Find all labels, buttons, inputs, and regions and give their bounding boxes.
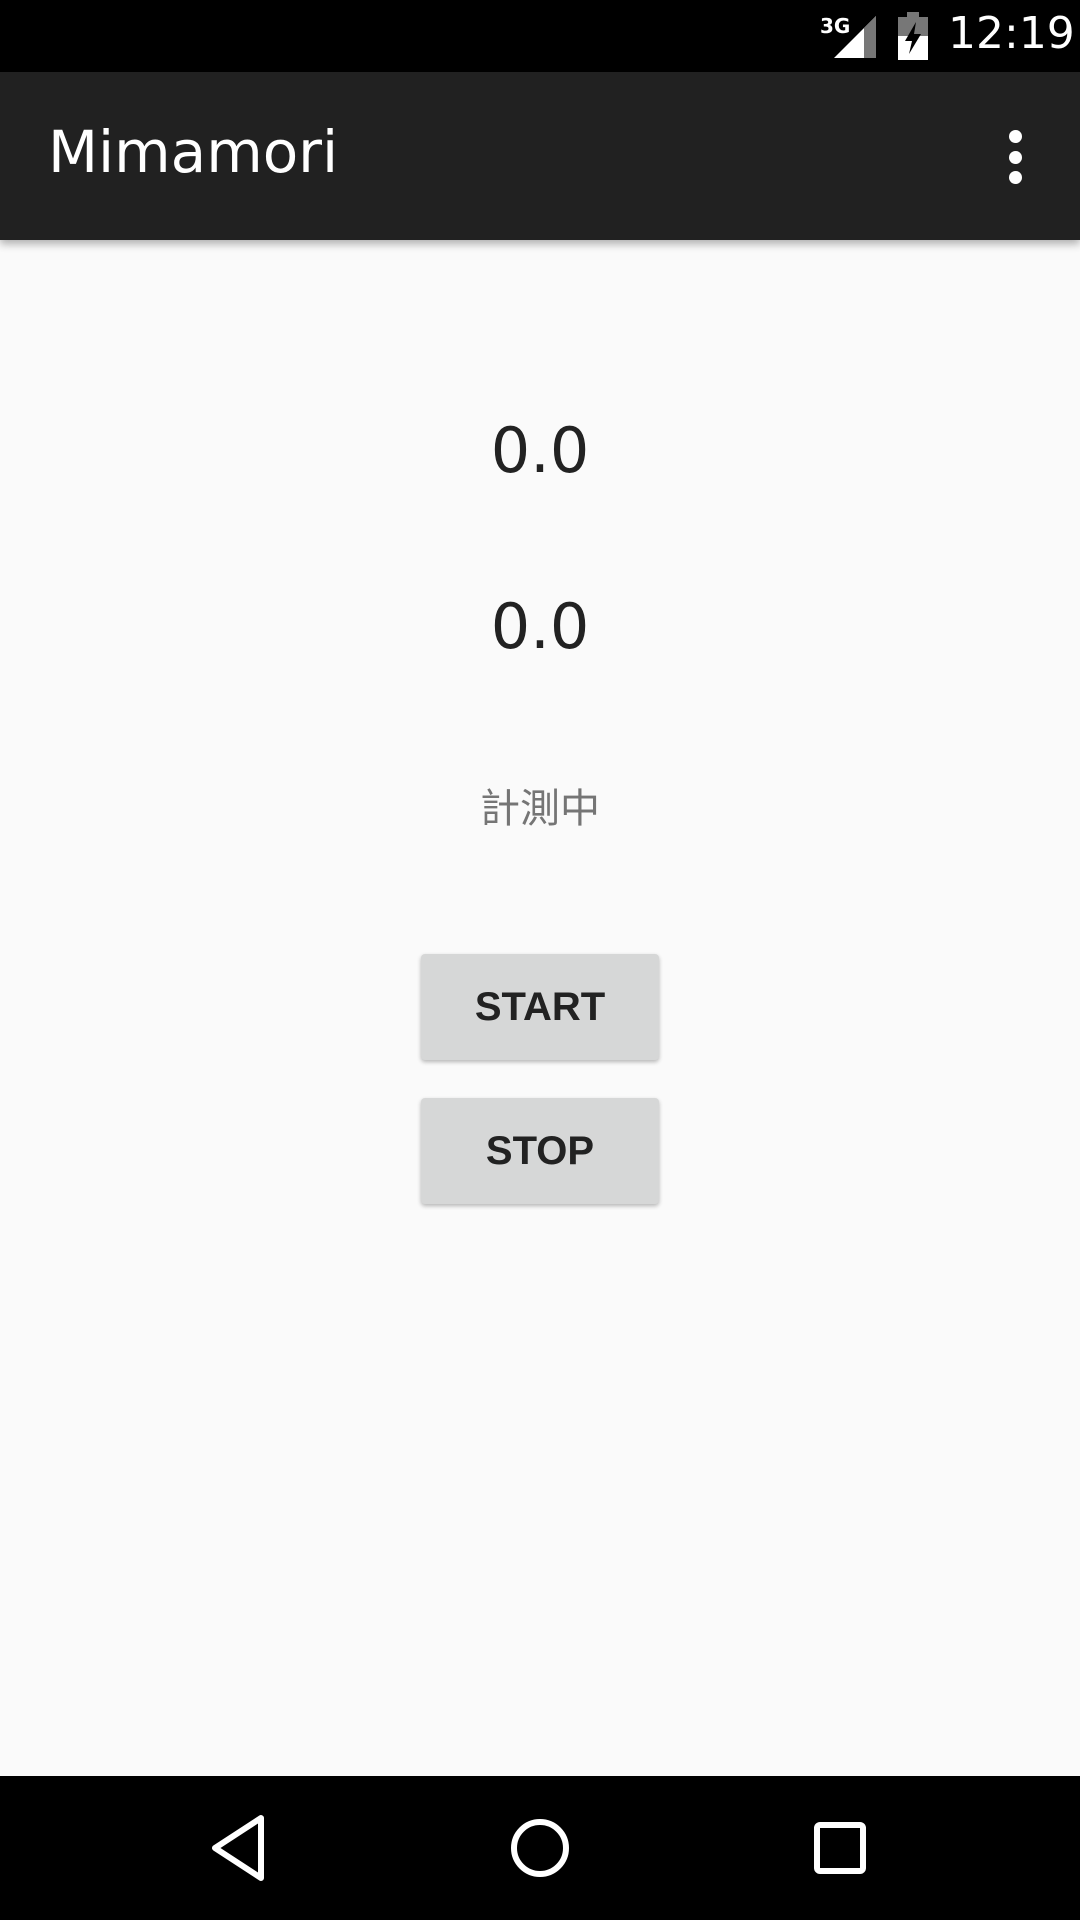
home-icon[interactable] bbox=[500, 1808, 580, 1888]
more-vert-icon[interactable] bbox=[990, 122, 1040, 192]
measurement-status-text: 計測中 bbox=[480, 786, 600, 832]
stop-button[interactable]: STOP bbox=[421, 1098, 659, 1204]
screen: 3G 12:19 Mimamori 0.0 0.0 計測中 START STOP bbox=[0, 0, 1080, 1920]
reading-value-1: 0.0 bbox=[490, 414, 590, 487]
menu-dot bbox=[1008, 150, 1022, 164]
recents-icon[interactable] bbox=[800, 1808, 880, 1888]
back-icon[interactable] bbox=[201, 1808, 281, 1888]
reading-value-2: 0.0 bbox=[490, 590, 590, 663]
clock: 12:19 bbox=[948, 8, 1075, 59]
status-bar: 3G 12:19 bbox=[0, 0, 1080, 72]
app-title: Mimamori bbox=[48, 118, 339, 186]
navigation-bar bbox=[0, 1776, 1080, 1920]
cell-signal-icon bbox=[834, 16, 876, 58]
start-button[interactable]: START bbox=[421, 954, 659, 1060]
battery-charging-icon bbox=[898, 12, 928, 60]
menu-dot bbox=[1008, 171, 1022, 184]
menu-dot bbox=[1008, 130, 1022, 143]
app-bar: Mimamori bbox=[0, 72, 1080, 240]
